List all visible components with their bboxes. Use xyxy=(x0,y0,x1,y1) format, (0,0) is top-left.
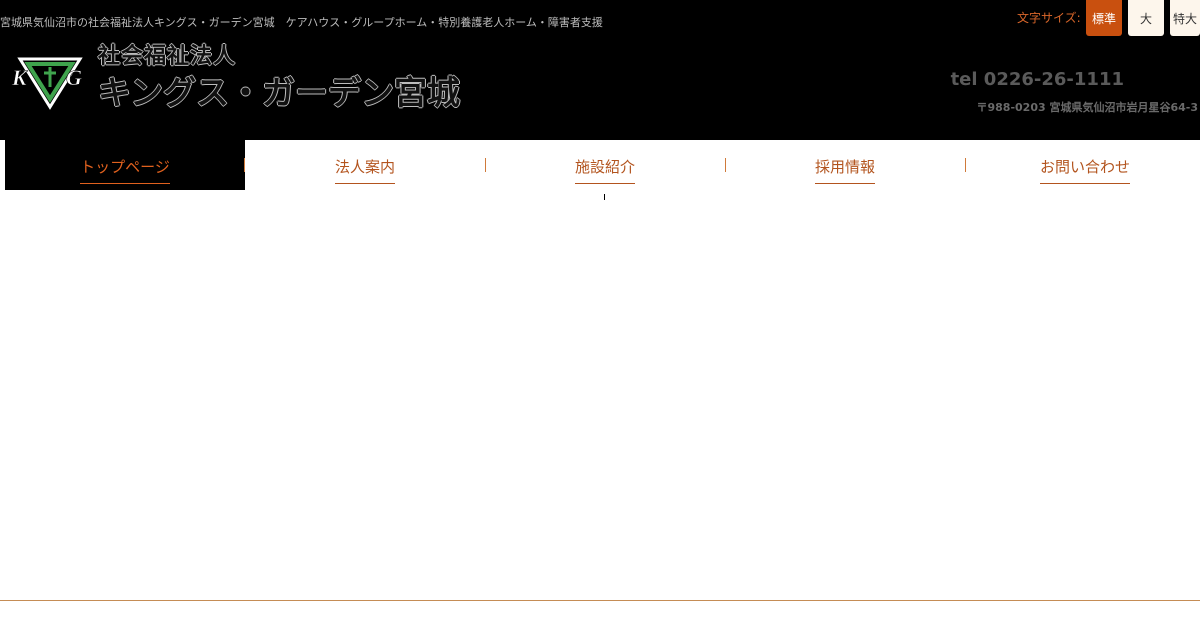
nav-item-recruitment[interactable]: 採用情報 xyxy=(725,140,965,190)
nav-item-label: 採用情報 xyxy=(814,156,875,184)
logo-letter-k: K xyxy=(11,65,28,90)
nav-item-top[interactable]: トップページ xyxy=(5,140,245,190)
nav-item-label: 法人案内 xyxy=(334,156,395,184)
kg-triangle-logo-icon[interactable]: K G xyxy=(10,55,90,113)
org-name-title[interactable]: キングス・ガーデン宮城 xyxy=(98,66,460,114)
nav-item-label: お問い合わせ xyxy=(1039,156,1130,184)
font-size-label: 文字サイズ: xyxy=(1017,11,1081,25)
font-size-standard-button[interactable]: 標準 xyxy=(1086,0,1122,36)
address-text: 〒988-0203 宮城県気仙沼市岩月星谷64-3 xyxy=(976,101,1199,114)
font-size-large-button[interactable]: 大 xyxy=(1128,0,1164,36)
content-marker xyxy=(604,194,605,200)
footer-divider xyxy=(0,600,1200,601)
font-size-xlarge-button[interactable]: 特大 xyxy=(1170,0,1200,36)
logo-letter-g: G xyxy=(66,65,82,90)
site-header: 宮城県気仙沼市の社会福祉法人キングス・ガーデン宮城 ケアハウス・グループホーム・… xyxy=(0,0,1200,140)
nav-item-contact[interactable]: お問い合わせ xyxy=(965,140,1200,190)
nav-item-facilities[interactable]: 施設紹介 xyxy=(485,140,725,190)
phone-number[interactable]: tel 0226-26-1111 xyxy=(951,69,1124,90)
nav-item-label: 施設紹介 xyxy=(574,156,635,184)
site-tagline: 宮城県気仙沼市の社会福祉法人キングス・ガーデン宮城 ケアハウス・グループホーム・… xyxy=(0,16,603,29)
nav-item-corporation[interactable]: 法人案内 xyxy=(245,140,485,190)
main-nav: トップページ 法人案内 施設紹介 採用情報 お問い合わせ xyxy=(0,140,1200,192)
nav-item-label: トップページ xyxy=(80,156,170,184)
